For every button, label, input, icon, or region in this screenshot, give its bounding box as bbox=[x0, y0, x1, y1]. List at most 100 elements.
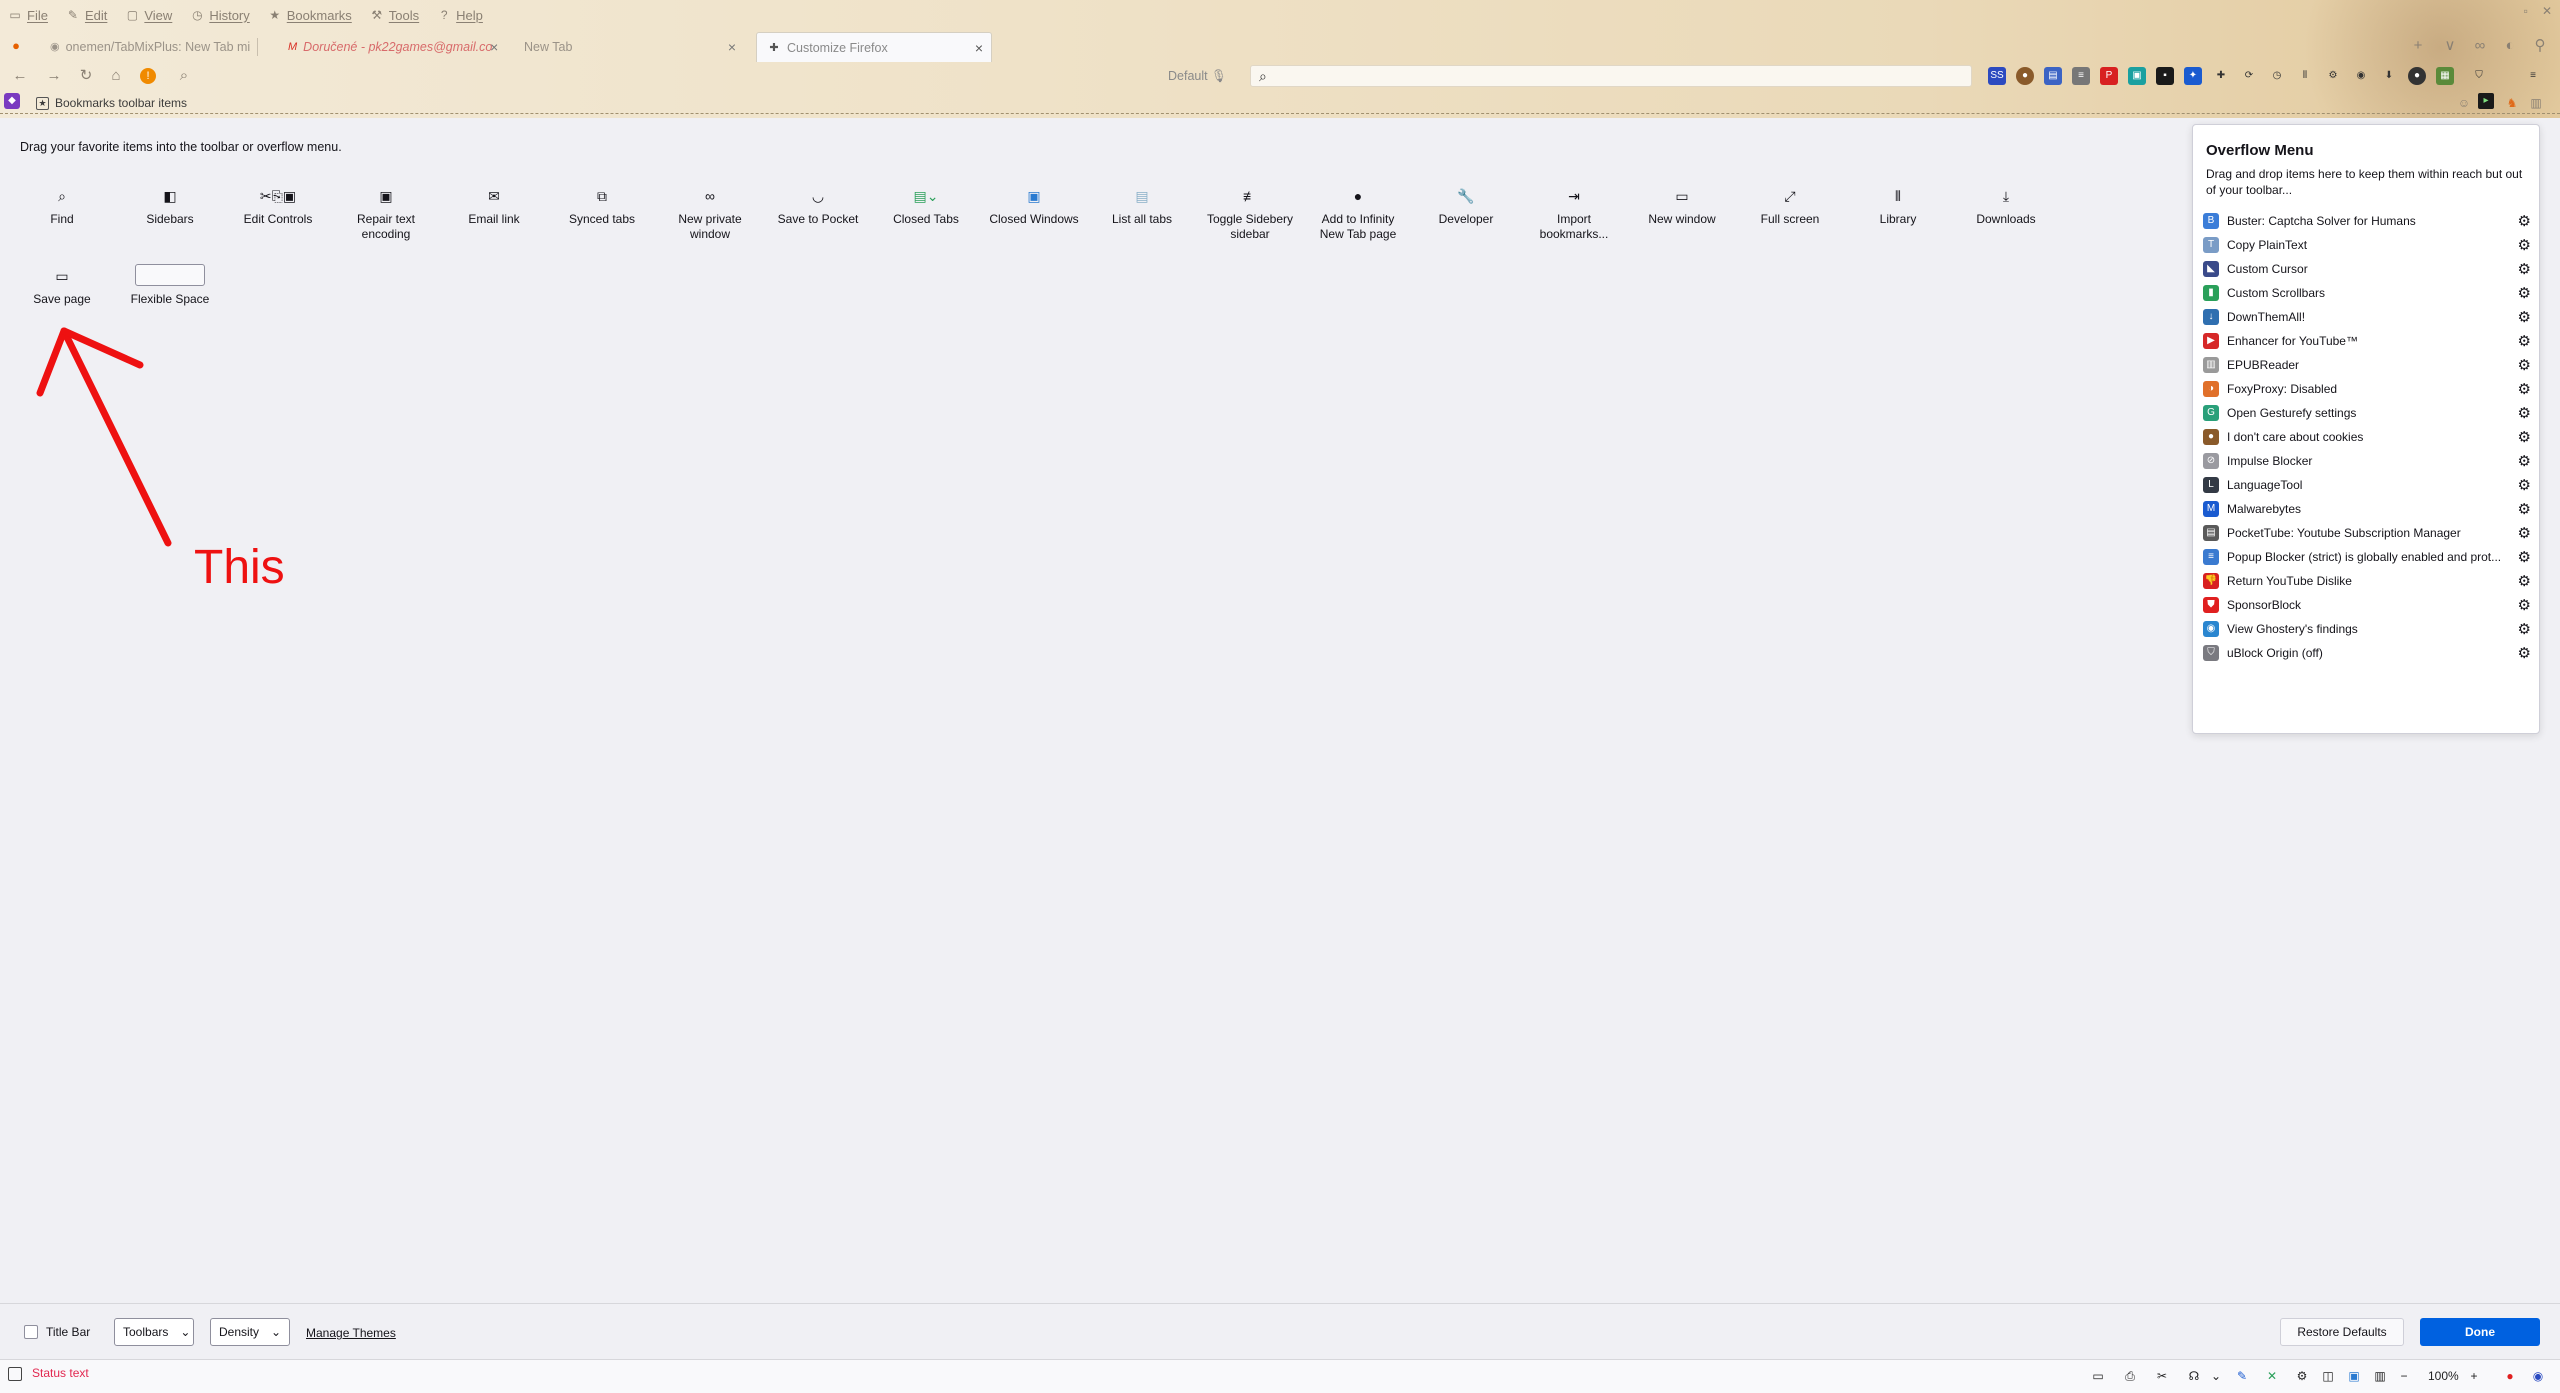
screenshot-extension-icon[interactable]: ▣ bbox=[2128, 67, 2146, 85]
gear-icon[interactable]: ⚙ bbox=[2518, 524, 2531, 542]
overflow-item[interactable]: 👎 Return YouTube Dislike ⚙ bbox=[2203, 569, 2531, 593]
gear-icon[interactable]: ⚙ bbox=[2518, 476, 2531, 494]
print-icon[interactable]: ⎙ bbox=[2122, 1368, 2138, 1384]
tab-customize-firefox[interactable]: ✚ Customize Firefox × bbox=[756, 32, 992, 62]
overflow-item[interactable]: ▤ PocketTube: Youtube Subscription Manage… bbox=[2203, 521, 2531, 545]
firefox-view-icon[interactable]: ● bbox=[6, 36, 26, 56]
hamburger-menu-icon[interactable]: ≡ bbox=[2524, 67, 2542, 85]
gear-icon[interactable]: ⚙ bbox=[2518, 404, 2531, 422]
pin-icon[interactable]: ⚲ bbox=[2530, 36, 2550, 56]
menu-help[interactable]: ? Help bbox=[437, 8, 483, 23]
gear-icon[interactable]: ⚙ bbox=[2518, 620, 2531, 638]
screenshot-icon[interactable]: ✂ bbox=[2154, 1368, 2170, 1384]
palette-new-private-window[interactable]: ∞ New private window bbox=[660, 186, 760, 242]
grid-extension-icon[interactable]: ▥ bbox=[2526, 93, 2546, 113]
grid-icon[interactable]: ▥ bbox=[2372, 1368, 2388, 1384]
bookmark-icon[interactable]: ◫ bbox=[2320, 1368, 2336, 1384]
reader-mode-icon[interactable]: ☊ bbox=[2186, 1368, 2202, 1384]
gear-icon[interactable]: ⚙ bbox=[2518, 212, 2531, 230]
palette-import-bookmarks[interactable]: ⇥ Import bookmarks... bbox=[1524, 186, 1624, 242]
palette-toggle-sidebery[interactable]: ≢ Toggle Sidebery sidebar bbox=[1200, 186, 1300, 242]
new-tab-icon[interactable]: + bbox=[2408, 36, 2428, 56]
terminal-extension-icon[interactable]: ▸ bbox=[2478, 93, 2494, 109]
reload-icon[interactable]: ↻ bbox=[76, 66, 96, 86]
extensions-icon[interactable]: ⚙ bbox=[2324, 67, 2342, 85]
zoom-level[interactable]: 100% bbox=[2428, 1369, 2459, 1383]
chevron-down-icon[interactable]: ⌄ bbox=[2208, 1368, 2224, 1384]
notes-extension-icon[interactable]: ≡ bbox=[2072, 67, 2090, 85]
extension-icon[interactable]: ✎ bbox=[2234, 1368, 2250, 1384]
library-icon[interactable]: ⫴ bbox=[2296, 67, 2314, 85]
extension-icon[interactable]: ◐ bbox=[2500, 36, 2520, 56]
gear-icon[interactable]: ⚙ bbox=[2518, 548, 2531, 566]
record-icon[interactable]: ● bbox=[2502, 1368, 2518, 1384]
zoom-out-icon[interactable]: − bbox=[2396, 1368, 2412, 1384]
tab-gmail[interactable]: M Doručené - pk22games@gmail.co × bbox=[278, 32, 500, 62]
palette-repair-text-encoding[interactable]: ▣ Repair text encoding bbox=[336, 186, 436, 242]
overflow-item[interactable]: ⛉ uBlock Origin (off) ⚙ bbox=[2203, 641, 2531, 665]
warning-icon[interactable]: ! bbox=[140, 68, 156, 84]
menu-view[interactable]: ▢ View bbox=[125, 8, 173, 23]
menu-history[interactable]: ◷ History bbox=[190, 8, 250, 23]
palette-closed-windows[interactable]: ▣ Closed Windows bbox=[984, 186, 1084, 227]
palette-closed-tabs[interactable]: ▤⌄ Closed Tabs bbox=[876, 186, 976, 227]
downloads-icon[interactable]: ⬇ bbox=[2380, 67, 2398, 85]
overflow-item[interactable]: ◣ Custom Cursor ⚙ bbox=[2203, 257, 2531, 281]
palette-developer[interactable]: 🔧 Developer bbox=[1416, 186, 1516, 227]
overflow-item[interactable]: ▮ Custom Scrollbars ⚙ bbox=[2203, 281, 2531, 305]
palette-flexible-space[interactable]: Flexible Space bbox=[120, 264, 220, 307]
restore-window-icon[interactable]: ▫ bbox=[2524, 4, 2528, 18]
tab-new-tab[interactable]: New Tab × bbox=[514, 32, 744, 62]
palette-save-page[interactable]: ▭ Save page bbox=[12, 266, 112, 307]
density-select[interactable]: Density ⌄ bbox=[210, 1318, 290, 1346]
menu-bookmarks[interactable]: ★ Bookmarks bbox=[268, 8, 351, 23]
title-bar-checkbox[interactable]: Title Bar bbox=[24, 1325, 90, 1339]
overflow-item[interactable]: M Malwarebytes ⚙ bbox=[2203, 497, 2531, 521]
home-icon[interactable]: ⌂ bbox=[106, 66, 126, 86]
image-icon[interactable]: ▣ bbox=[2346, 1368, 2362, 1384]
restore-defaults-button[interactable]: Restore Defaults bbox=[2280, 1318, 2404, 1346]
palette-new-window[interactable]: ▭ New window bbox=[1632, 186, 1732, 227]
reader-extension-icon[interactable]: ▤ bbox=[2044, 67, 2062, 85]
cookie-extension-icon[interactable]: ● bbox=[2016, 67, 2034, 85]
globe-icon[interactable]: ◉ bbox=[2530, 1368, 2546, 1384]
menu-tools[interactable]: ⚒ Tools bbox=[370, 8, 419, 23]
overflow-item[interactable]: ⊘ Impulse Blocker ⚙ bbox=[2203, 449, 2531, 473]
terminal-extension-icon[interactable]: ▪ bbox=[2156, 67, 2174, 85]
profile-avatar[interactable]: ● bbox=[2408, 67, 2426, 85]
folder-icon[interactable]: ▭ bbox=[2090, 1368, 2106, 1384]
emoji-extension-icon[interactable]: ☺ bbox=[2454, 93, 2474, 113]
toolbars-select[interactable]: Toolbars ⌄ bbox=[114, 1318, 194, 1346]
overflow-item[interactable]: B Buster: Captcha Solver for Humans ⚙ bbox=[2203, 209, 2531, 233]
palette-edit-controls[interactable]: ✂⎘▣ Edit Controls bbox=[228, 186, 328, 227]
gear-icon[interactable]: ⚙ bbox=[2518, 500, 2531, 518]
zoom-in-icon[interactable]: + bbox=[2466, 1368, 2482, 1384]
overflow-item[interactable]: ⛊ SponsorBlock ⚙ bbox=[2203, 593, 2531, 617]
overflow-item[interactable]: ↓ DownThemAll! ⚙ bbox=[2203, 305, 2531, 329]
gear-icon[interactable]: ⚙ bbox=[2518, 428, 2531, 446]
back-icon[interactable]: ← bbox=[10, 66, 30, 86]
palette-infinity-new-tab[interactable]: ● Add to Infinity New Tab page bbox=[1308, 186, 1408, 242]
tab-mix-icon[interactable]: ∞ bbox=[2470, 36, 2490, 56]
overflow-item[interactable]: T Copy PlainText ⚙ bbox=[2203, 233, 2531, 257]
extension-icon[interactable]: ✕ bbox=[2264, 1368, 2280, 1384]
history-icon[interactable]: ◷ bbox=[2268, 67, 2286, 85]
account-icon[interactable]: ◉ bbox=[2352, 67, 2370, 85]
palette-sidebars[interactable]: ◧ Sidebars bbox=[120, 186, 220, 227]
manage-themes-link[interactable]: Manage Themes bbox=[306, 1326, 396, 1340]
gear-icon[interactable]: ⚙ bbox=[2518, 284, 2531, 302]
gear-icon[interactable]: ⚙ bbox=[2518, 596, 2531, 614]
gear-icon[interactable]: ⚙ bbox=[2518, 572, 2531, 590]
gear-icon[interactable]: ⚙ bbox=[2518, 308, 2531, 326]
gear-icon[interactable]: ⚙ bbox=[2518, 236, 2531, 254]
done-button[interactable]: Done bbox=[2420, 1318, 2540, 1346]
palette-list-all-tabs[interactable]: ▤ List all tabs bbox=[1092, 186, 1192, 227]
ssl-extension-icon[interactable]: SS bbox=[1988, 67, 2006, 85]
puzzle-extension-icon[interactable]: ✚ bbox=[2212, 67, 2230, 85]
palette-synced-tabs[interactable]: ⧉ Synced tabs bbox=[552, 186, 652, 227]
close-tab-icon[interactable]: × bbox=[490, 39, 498, 55]
palette-find[interactable]: ⌕ Find bbox=[12, 186, 112, 227]
pdf-extension-icon[interactable]: P bbox=[2100, 67, 2118, 85]
bookmarks-toolbar-items[interactable]: ★ Bookmarks toolbar items bbox=[36, 96, 187, 110]
close-tab-icon[interactable]: × bbox=[975, 40, 983, 56]
